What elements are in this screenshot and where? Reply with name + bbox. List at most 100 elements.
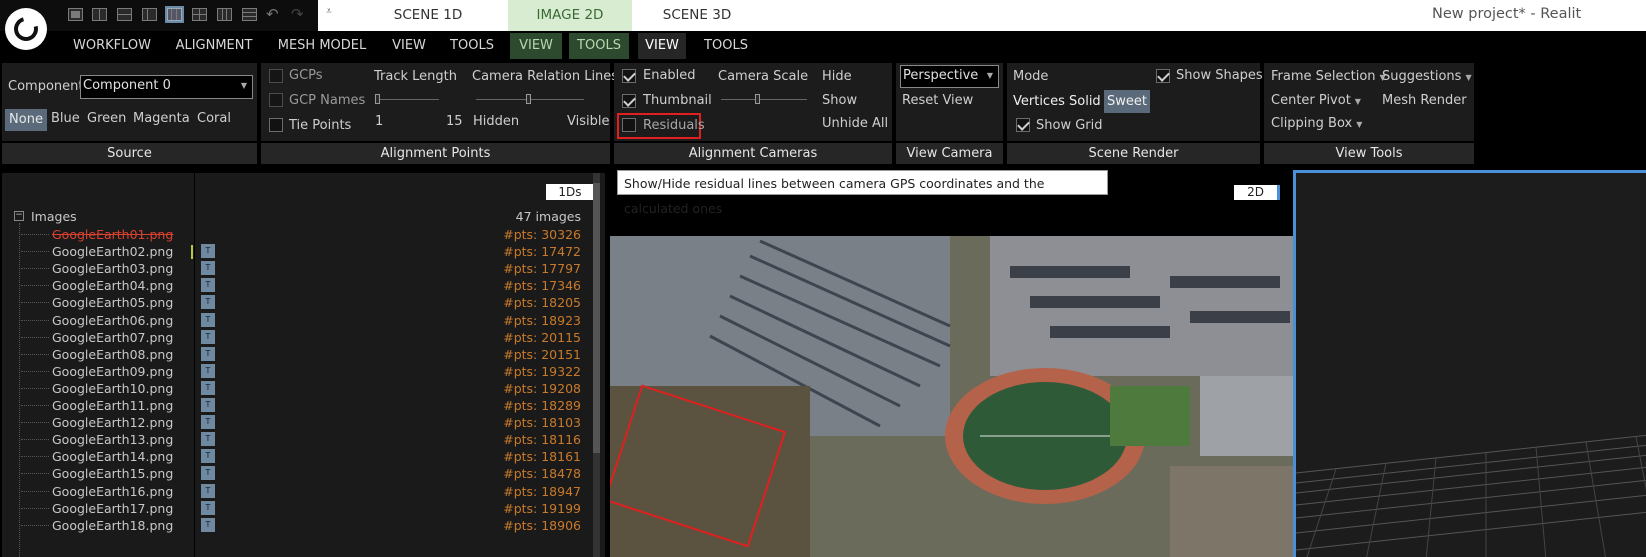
gcp-names-checkbox[interactable] [269, 93, 283, 107]
scrollbar-thumb[interactable] [593, 183, 600, 453]
tab-scene-1d[interactable]: SCENE 1D [348, 0, 508, 31]
texture-icon[interactable]: T [201, 278, 215, 293]
texture-icon[interactable]: T [201, 295, 215, 310]
texture-icon[interactable]: T [201, 449, 215, 464]
selection-marker [191, 245, 193, 259]
texture-icon[interactable]: T [201, 329, 215, 344]
image-row[interactable]: GoogleEarth09.png [52, 363, 173, 380]
image-row[interactable]: GoogleEarth15.png [52, 465, 173, 482]
mesh-render-button[interactable]: Mesh Render [1382, 93, 1467, 108]
tab-tools[interactable]: TOOLS [444, 33, 500, 59]
show-shapes-checkbox[interactable] [1156, 69, 1170, 83]
image-row[interactable]: GoogleEarth07.png [52, 329, 173, 346]
gcps-checkbox[interactable] [269, 69, 283, 83]
projection-dropdown[interactable]: Perspective ▼ [900, 65, 999, 88]
texture-icon[interactable]: T [201, 432, 215, 447]
image-row[interactable]: GoogleEarth17.png [52, 500, 173, 517]
camera-scale-handle[interactable] [755, 94, 760, 104]
texture-icon[interactable]: T [201, 466, 215, 481]
enabled-checkbox[interactable] [622, 69, 636, 83]
reset-view-button[interactable]: Reset View [902, 93, 973, 108]
pane-2d-label[interactable]: 2D [1234, 185, 1280, 200]
tab-mesh-model[interactable]: MESH MODEL [270, 33, 374, 59]
tab-tools-3d[interactable]: TOOLS [696, 33, 756, 59]
hide-button[interactable]: Hide [822, 69, 852, 84]
clipping-box-button[interactable]: Clipping Box ▼ [1271, 116, 1362, 131]
points-count: #pts: 18478 [503, 466, 581, 482]
layout-3-icon[interactable] [117, 8, 132, 21]
color-coral-button[interactable]: Coral [197, 111, 231, 126]
image-2d-viewport[interactable]: 2D [610, 173, 1293, 557]
image-row[interactable]: GoogleEarth13.png [52, 431, 173, 448]
layout-8-icon[interactable] [242, 8, 257, 21]
image-row[interactable]: GoogleEarth01.png [52, 226, 173, 243]
texture-icon[interactable]: T [201, 363, 215, 378]
pane-1ds-label[interactable]: 1Ds [546, 184, 594, 200]
texture-icon[interactable]: T [201, 517, 215, 532]
collapse-icon[interactable]: − [14, 211, 24, 221]
redo-icon[interactable]: ↷ [291, 5, 304, 23]
image-row[interactable]: GoogleEarth18.png [52, 517, 173, 534]
show-grid-checkbox[interactable] [1016, 118, 1030, 132]
scene-3d-viewport[interactable] [1293, 170, 1646, 557]
color-none-button[interactable]: None [5, 109, 47, 131]
track-length-handle[interactable] [375, 94, 380, 104]
camera-scale-slider[interactable] [721, 99, 807, 100]
image-row[interactable]: GoogleEarth14.png [52, 448, 173, 465]
track-length-slider[interactable] [377, 99, 439, 100]
texture-icon[interactable]: T [201, 312, 215, 327]
solid-button[interactable]: Solid [1069, 94, 1101, 109]
texture-icon[interactable]: T [201, 261, 215, 276]
texture-icon[interactable]: T [201, 483, 215, 498]
tabs-menu-icon[interactable]: ⩡ [326, 6, 332, 17]
image-row[interactable]: GoogleEarth10.png [52, 380, 173, 397]
tab-view-3d[interactable]: VIEW [638, 33, 686, 59]
center-pivot-button[interactable]: Center Pivot ▼ [1271, 93, 1361, 108]
tab-image-2d[interactable]: IMAGE 2D [508, 0, 632, 31]
texture-icon[interactable]: T [201, 415, 215, 430]
image-row[interactable]: GoogleEarth05.png [52, 294, 173, 311]
unhide-all-button[interactable]: Unhide All [822, 116, 888, 131]
layout-2-icon[interactable] [92, 8, 107, 21]
residuals-checkbox[interactable] [622, 118, 636, 132]
tab-view-2d[interactable]: VIEW [510, 33, 562, 59]
image-row[interactable]: GoogleEarth11.png [52, 397, 173, 414]
thumbnail-checkbox[interactable] [622, 94, 636, 108]
tab-view[interactable]: VIEW [384, 33, 434, 59]
show-button[interactable]: Show [822, 93, 857, 108]
image-row[interactable]: GoogleEarth08.png [52, 346, 173, 363]
image-row[interactable]: GoogleEarth02.png [52, 243, 173, 260]
tab-tools-2d[interactable]: TOOLS [569, 33, 629, 59]
vertices-button[interactable]: Vertices [1013, 94, 1065, 109]
images-root-label[interactable]: Images [31, 209, 77, 224]
texture-icon[interactable]: T [201, 380, 215, 395]
undo-icon[interactable]: ↶ [266, 5, 279, 23]
suggestions-button[interactable]: Suggestions ▼ [1382, 69, 1472, 84]
tab-workflow[interactable]: WORKFLOW [64, 33, 160, 59]
color-blue-button[interactable]: Blue [51, 111, 80, 126]
app-logo[interactable] [5, 8, 47, 50]
component-dropdown[interactable]: Component 0 ▼ [80, 75, 253, 99]
tab-scene-3d[interactable]: SCENE 3D [632, 0, 762, 31]
texture-icon[interactable]: T [201, 346, 215, 361]
color-magenta-button[interactable]: Magenta [133, 111, 190, 126]
color-green-button[interactable]: Green [87, 111, 126, 126]
frame-selection-button[interactable]: Frame Selection ▼ [1271, 69, 1386, 84]
image-row[interactable]: GoogleEarth06.png [52, 312, 173, 329]
layout-4-icon[interactable] [142, 8, 157, 21]
texture-icon[interactable]: T [201, 244, 215, 259]
image-row[interactable]: GoogleEarth03.png [52, 260, 173, 277]
tab-alignment[interactable]: ALIGNMENT [166, 33, 262, 59]
texture-icon[interactable]: T [201, 398, 215, 412]
layout-1-icon[interactable] [68, 8, 83, 21]
texture-icon[interactable]: T [201, 500, 215, 515]
image-row[interactable]: GoogleEarth12.png [52, 414, 173, 431]
image-row[interactable]: GoogleEarth04.png [52, 277, 173, 294]
camera-relation-handle[interactable] [526, 94, 531, 104]
layout-7-icon[interactable] [217, 8, 232, 21]
tie-points-checkbox[interactable] [269, 118, 283, 132]
layout-5-icon[interactable] [165, 6, 184, 23]
sweet-button[interactable]: Sweet [1104, 90, 1150, 113]
image-row[interactable]: GoogleEarth16.png [52, 483, 173, 500]
layout-6-icon[interactable] [192, 8, 207, 21]
